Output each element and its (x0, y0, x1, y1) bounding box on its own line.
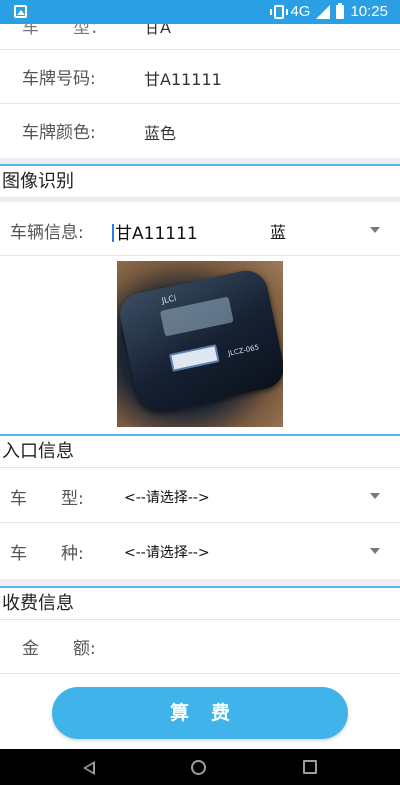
plate-color-value: 蓝色 (144, 124, 177, 143)
vehicle-type-label: 车 型： (22, 24, 107, 38)
chevron-down-icon (370, 227, 380, 233)
vehicle-photo[interactable]: JLCi JLCZ-065 (117, 261, 283, 427)
text-cursor (112, 224, 114, 242)
back-icon[interactable] (83, 761, 95, 775)
recognized-plate: 甘A11111 (112, 219, 198, 244)
entry-vehicle-kind-select[interactable]: 车 种: <--请选择--> (0, 523, 400, 579)
vehicle-type-row: 车 型： 甘A (0, 24, 400, 50)
plate-number-row: 车牌号码: 甘A11111 (0, 50, 400, 104)
photo-model: JLCZ-065 (227, 343, 260, 358)
battery-icon (336, 2, 345, 19)
calculate-fee-button[interactable]: 算费 (52, 687, 348, 739)
fee-info-title: 收费信息 (0, 588, 400, 620)
vibrate-icon (270, 4, 289, 19)
image-recognition-title: 图像识别 (0, 166, 400, 198)
status-icons: 4G 10:25 (270, 2, 388, 20)
plate-number-value: 甘A11111 (144, 70, 222, 89)
entry-vehicle-kind-label: 车 种: (10, 544, 84, 564)
plate-color-row: 车牌颜色: 蓝色 (0, 104, 400, 158)
photo-brand: JLCi (160, 293, 178, 306)
recent-apps-icon[interactable] (303, 760, 317, 774)
section-divider (0, 579, 400, 586)
chevron-down-icon (370, 548, 380, 554)
plate-number-label: 车牌号码: (22, 69, 96, 89)
recognized-color: 蓝 (270, 223, 287, 242)
system-nav-bar (0, 749, 400, 785)
plate-color-label: 车牌颜色: (22, 123, 96, 143)
image-notification-icon (14, 5, 27, 18)
device-label (169, 344, 220, 372)
entry-vehicle-type-label: 车 型: (10, 489, 84, 509)
entry-vehicle-type-select[interactable]: 车 型: <--请选择--> (0, 468, 400, 523)
amount-row: 金 额: (0, 620, 400, 674)
vehicle-type-value: 甘A (144, 24, 171, 37)
entry-vehicle-type-value: <--请选择--> (124, 490, 210, 506)
obu-device-image: JLCi JLCZ-065 (117, 266, 283, 416)
vehicle-info-label: 车辆信息: (10, 223, 84, 243)
entry-info-title: 入口信息 (0, 436, 400, 468)
recognized-plate-text: 甘A11111 (115, 224, 198, 244)
vehicle-info-select[interactable]: 车辆信息: 甘A11111 蓝 (0, 202, 400, 256)
clock: 10:25 (350, 3, 388, 20)
network-type: 4G (290, 3, 311, 20)
chevron-down-icon (370, 493, 380, 499)
home-icon[interactable] (191, 760, 206, 775)
status-bar: 4G 10:25 (0, 0, 400, 24)
amount-label: 金 额: (22, 639, 96, 659)
entry-vehicle-kind-value: <--请选择--> (124, 545, 210, 561)
signal-icon (316, 4, 331, 19)
